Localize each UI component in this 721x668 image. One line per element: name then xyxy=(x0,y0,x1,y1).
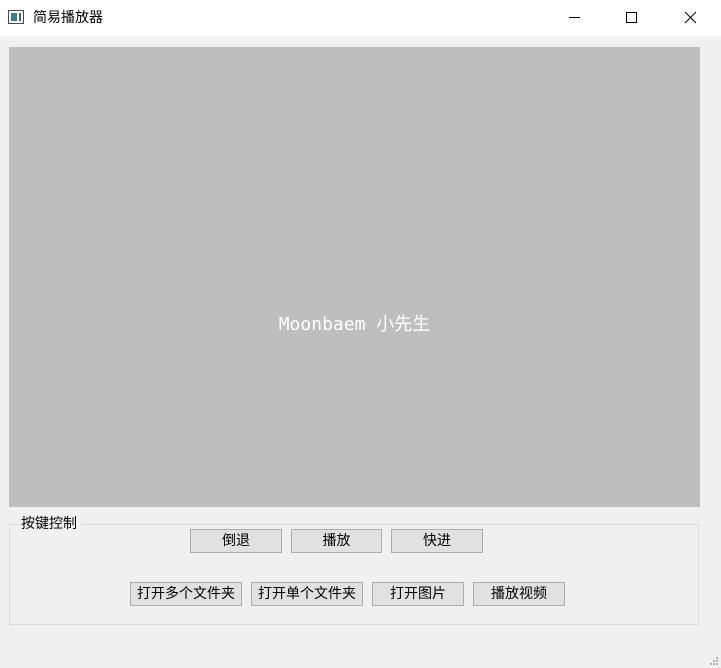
app-icon xyxy=(8,10,24,24)
window-title: 简易播放器 xyxy=(33,10,103,26)
minimize-icon xyxy=(569,17,580,18)
title-bar[interactable]: 简易播放器 xyxy=(0,0,721,36)
minimize-button[interactable] xyxy=(546,0,604,36)
play-button[interactable]: 播放 xyxy=(291,529,382,553)
maximize-button[interactable] xyxy=(604,0,662,36)
fast-forward-button[interactable]: 快进 xyxy=(391,529,483,553)
close-button[interactable] xyxy=(662,0,720,36)
video-overlay-text: Moonbaem 小先生 xyxy=(278,314,431,335)
maximize-icon xyxy=(626,12,637,23)
play-video-button[interactable]: 播放视频 xyxy=(473,582,565,606)
open-single-folder-button[interactable]: 打开单个文件夹 xyxy=(251,582,363,606)
resize-grip-icon[interactable] xyxy=(709,656,719,666)
rewind-button[interactable]: 倒退 xyxy=(190,529,282,553)
close-icon xyxy=(684,11,697,24)
open-image-button[interactable]: 打开图片 xyxy=(372,582,464,606)
open-multiple-folders-button[interactable]: 打开多个文件夹 xyxy=(130,582,242,606)
controls-group-title: 按键控制 xyxy=(17,514,81,534)
video-display[interactable]: Moonbaem 小先生 xyxy=(9,47,700,507)
